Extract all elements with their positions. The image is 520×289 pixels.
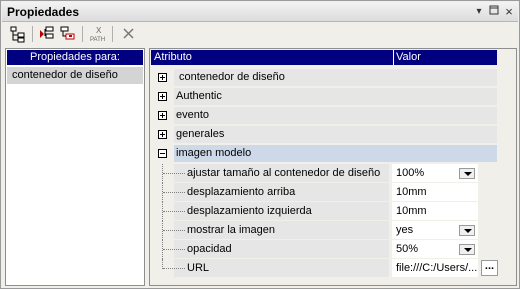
property-name: mostrar la imagen [174,221,389,239]
column-header-value[interactable]: Valor [396,51,421,63]
property-value[interactable]: file:///C:/Users/... [392,259,478,277]
property-row[interactable]: mostrar la imagen yes [154,221,497,240]
property-name: desplazamiento izquierda [174,202,389,220]
tree-line [163,173,185,174]
tree-line [163,211,185,212]
tree-line [163,249,185,250]
expand-icon[interactable] [158,92,167,101]
property-name: URL [174,259,389,277]
group-label: imagen modelo [176,147,252,159]
group-label: Authentic [176,90,222,102]
group-authentic[interactable]: Authentic [154,88,497,105]
pin-icon[interactable] [487,5,501,19]
chevron-down-icon[interactable] [459,244,475,255]
property-row[interactable]: desplazamiento izquierda 10mm [154,202,497,221]
attribute-table: Atributo Valor contenedor de diseño Auth… [149,48,517,286]
tree-line [163,192,185,193]
close-icon[interactable]: × [502,5,516,19]
group-bar [174,88,497,105]
tree-line [163,268,185,269]
chevron-down-icon[interactable] [459,225,475,236]
toolbar-separator [112,26,113,42]
property-row[interactable]: opacidad 50% [154,240,497,259]
scroll-gutter [498,50,516,285]
group-label: evento [176,109,210,121]
group-evento[interactable]: evento [154,107,497,124]
property-name: ajustar tamaño al contenedor de diseño [174,164,389,182]
chevron-down-icon[interactable] [459,168,475,179]
property-name: opacidad [174,240,389,258]
group-contenedor-de-diseno[interactable]: contenedor de diseño [154,69,497,86]
add-element-before-icon[interactable] [37,25,57,43]
property-row[interactable]: desplazamiento arriba 10mm [154,183,497,202]
svg-text:X: X [96,26,102,35]
collapse-icon[interactable] [158,149,167,158]
toolbar: X PATH [2,23,518,45]
group-imagen-modelo[interactable]: imagen modelo [154,145,497,162]
expand-icon[interactable] [158,111,167,120]
properties-for-header: Propiedades para: [7,50,143,65]
column-header-attribute[interactable]: Atributo [154,51,192,63]
xpath-label: PATH [90,37,105,43]
group-bar [174,107,497,124]
properties-window: Propiedades ▾ × X PATH Propiedades para:… [0,0,520,289]
delete-icon[interactable] [119,25,139,43]
dropdown-icon[interactable]: ▾ [472,5,486,19]
expand-icon[interactable] [158,73,167,82]
column-divider[interactable] [393,50,394,65]
toolbar-separator [32,26,33,42]
browse-button[interactable]: ... [481,260,498,276]
property-row[interactable]: ajustar tamaño al contenedor de diseño 1… [154,164,497,183]
toolbar-separator [82,26,83,42]
add-element-after-icon[interactable] [58,25,78,43]
property-value[interactable]: 10mm [392,202,478,220]
group-label: contenedor de diseño [179,71,285,83]
expand-icon[interactable] [158,130,167,139]
window-title: Propiedades [7,5,80,19]
title-bar: Propiedades ▾ × [2,2,518,22]
table-header: Atributo Valor [151,50,497,65]
group-label: generales [176,128,225,140]
component-list-item[interactable]: contenedor de diseño [7,67,143,84]
property-value[interactable]: 10mm [392,183,478,201]
group-generales[interactable]: generales [154,126,497,143]
xpath-icon[interactable]: X PATH [88,25,108,43]
property-name: desplazamiento arriba [174,183,389,201]
properties-for-panel: Propiedades para: contenedor de diseño [5,48,145,286]
property-row[interactable]: URL file:///C:/Users/... ... [154,259,498,278]
tree-view-icon[interactable] [8,25,28,43]
tree-line [163,230,185,231]
